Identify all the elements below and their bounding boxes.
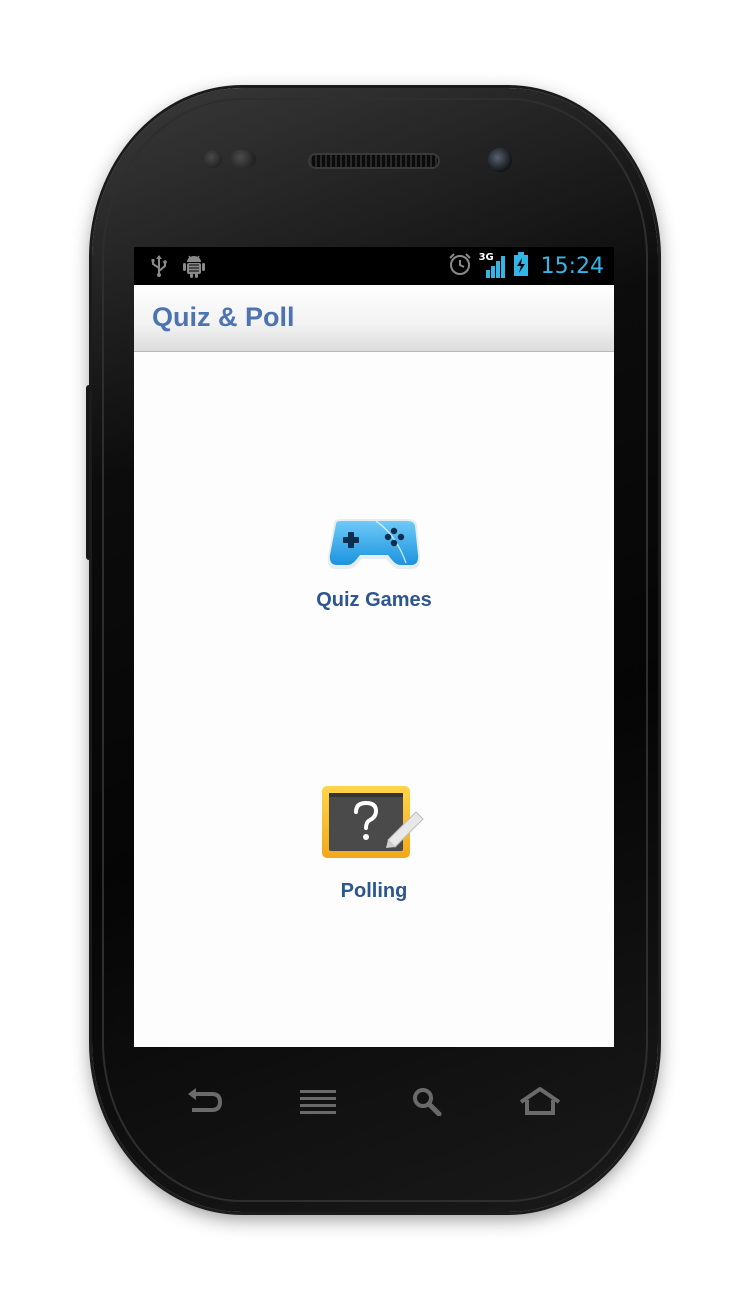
quiz-games-button[interactable]: Quiz Games: [274, 517, 474, 612]
polling-button[interactable]: Polling: [274, 782, 474, 903]
front-camera: [488, 148, 512, 172]
signal-icon: 3G: [479, 252, 507, 280]
menu-icon: [298, 1087, 338, 1119]
status-bar: 3G 15:24: [134, 247, 614, 285]
page-title: Quiz & Poll: [152, 302, 295, 332]
battery-charging-icon: [513, 251, 529, 281]
menu-button[interactable]: [292, 1078, 344, 1128]
android-debug-icon: [182, 253, 206, 283]
polling-label: Polling: [340, 880, 408, 902]
earpiece-speaker: [308, 153, 440, 169]
usb-icon: [150, 254, 168, 282]
screen: 3G 15:24 Quiz & Poll Quiz Games Polling: [134, 247, 614, 1047]
device-mockup: 3G 15:24 Quiz & Poll Quiz Games Polling: [0, 0, 749, 1308]
main-content: Quiz Games Polling: [134, 352, 614, 1047]
quiz-games-label: Quiz Games: [316, 589, 432, 611]
home-icon: [517, 1086, 563, 1120]
action-bar: Quiz & Poll: [134, 285, 614, 352]
back-icon: [184, 1086, 224, 1120]
status-clock: 15:24: [540, 253, 604, 279]
chalkboard-question-icon: [318, 782, 430, 866]
proximity-sensor: [204, 150, 222, 168]
gamepad-icon: [326, 517, 422, 579]
light-sensor: [230, 150, 256, 168]
search-button[interactable]: [402, 1078, 454, 1128]
search-icon: [411, 1086, 445, 1120]
back-button[interactable]: [178, 1078, 230, 1128]
hardware-nav-bar: [170, 1078, 580, 1128]
home-button[interactable]: [514, 1078, 566, 1128]
alarm-icon: [447, 251, 473, 281]
